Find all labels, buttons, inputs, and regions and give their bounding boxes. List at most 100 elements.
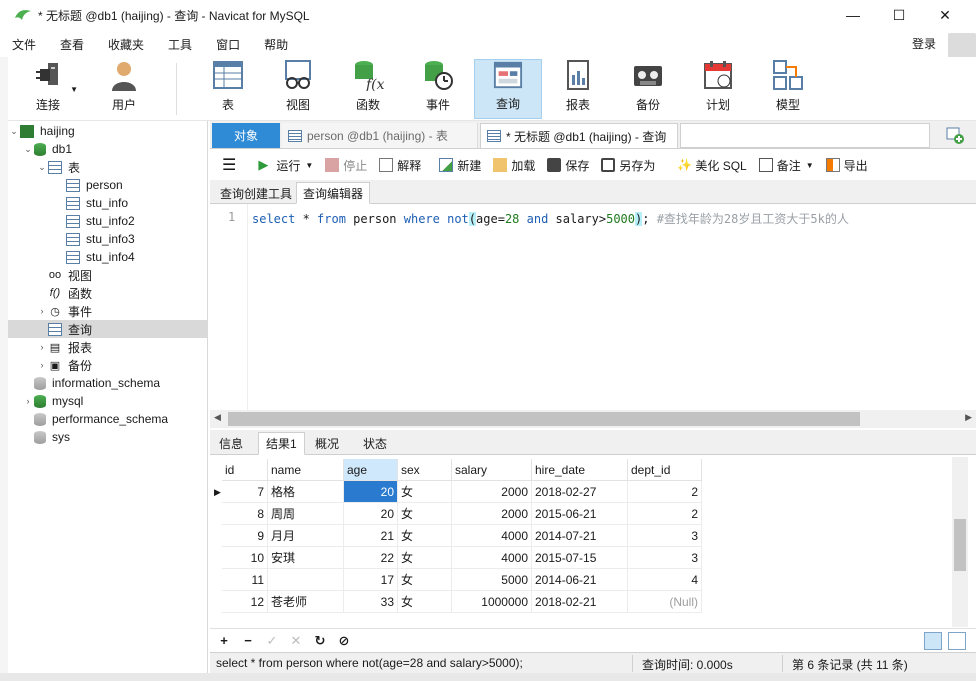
tree-db-performance-schema[interactable]: performance_schema — [22, 410, 168, 428]
tab-info[interactable]: 信息 — [212, 432, 250, 455]
tab-search-field[interactable] — [680, 123, 930, 148]
beautify-sql-button[interactable]: ✨ 美化 SQL — [677, 157, 746, 174]
tree-table-stu-info[interactable]: stu_info — [66, 194, 128, 212]
menu-window[interactable]: 窗口 — [204, 36, 252, 53]
table-cell[interactable]: 女 — [398, 481, 452, 503]
column-header[interactable]: salary — [452, 459, 532, 481]
tree-events[interactable]: › ◷ 事件 — [36, 302, 93, 320]
table-cell[interactable]: 苍老师 — [268, 591, 344, 613]
table-cell[interactable]: 4000 — [452, 525, 532, 547]
chevron-down-icon[interactable]: ▼ — [806, 161, 814, 170]
collapse-icon[interactable]: ⌄ — [22, 144, 34, 155]
table-cell[interactable]: 2018-02-27 — [532, 481, 628, 503]
table-cell[interactable]: 4000 — [452, 547, 532, 569]
table-cell[interactable]: 5000 — [452, 569, 532, 591]
tree-db-mysql[interactable]: › mysql — [22, 392, 84, 410]
table-cell[interactable]: 2014-07-21 — [532, 525, 628, 547]
apply-changes-button[interactable]: ✓ — [260, 633, 284, 649]
login-link[interactable]: 登录 — [912, 35, 936, 52]
editor-horizontal-scrollbar[interactable]: ◀ ▶ — [210, 410, 976, 428]
table-cell[interactable]: 20 — [344, 503, 398, 525]
table-cell[interactable]: 22 — [344, 547, 398, 569]
stop-button[interactable]: 停止 — [325, 157, 367, 174]
save-as-button[interactable]: 另存为 — [601, 157, 655, 174]
table-cell[interactable]: 2 — [628, 503, 702, 525]
menu-help[interactable]: 帮助 — [252, 36, 300, 53]
column-header[interactable]: id — [222, 459, 268, 481]
add-tab-icon[interactable] — [946, 126, 964, 144]
table-cell[interactable]: 7 — [222, 481, 268, 503]
table-cell[interactable]: 女 — [398, 591, 452, 613]
tree-table-stu-info3[interactable]: stu_info3 — [66, 230, 135, 248]
menu-favorites[interactable]: 收藏夹 — [96, 36, 156, 53]
add-record-button[interactable]: + — [212, 633, 236, 648]
table-cell[interactable]: 4 — [628, 569, 702, 591]
minimize-button[interactable]: — — [830, 0, 876, 30]
form-view-icon[interactable] — [948, 632, 966, 650]
chevron-down-icon[interactable]: ▼ — [305, 161, 313, 170]
backup-button[interactable]: 备份 — [614, 59, 682, 119]
tab-profile[interactable]: 概况 — [308, 432, 346, 455]
tree-table-stu-info2[interactable]: stu_info2 — [66, 212, 135, 230]
tree-table-person[interactable]: person — [66, 176, 123, 194]
sql-code-line[interactable]: select * from person where not(age=28 an… — [252, 210, 849, 227]
table-cell[interactable] — [268, 569, 344, 591]
table-cell[interactable]: 9 — [222, 525, 268, 547]
column-header[interactable]: dept_id — [628, 459, 702, 481]
expand-icon[interactable]: › — [36, 306, 48, 316]
table-cell-null[interactable]: (Null) — [628, 591, 702, 613]
tab-query-builder[interactable]: 查询创建工具 — [214, 182, 298, 204]
collapse-icon[interactable]: ⌄ — [8, 126, 20, 137]
column-header[interactable]: age — [344, 459, 398, 481]
discard-changes-button[interactable]: ✕ — [284, 633, 308, 649]
export-button[interactable]: 导出 — [825, 157, 868, 174]
maximize-button[interactable]: ☐ — [876, 0, 922, 30]
tab-status[interactable]: 状态 — [356, 432, 394, 455]
tab-result1[interactable]: 结果1 — [258, 432, 305, 455]
menu-file[interactable]: 文件 — [0, 36, 48, 53]
refresh-button[interactable]: ↻ — [308, 633, 332, 649]
table-cell[interactable]: 格格 — [268, 481, 344, 503]
tree-reports[interactable]: › ▤ 报表 — [36, 338, 93, 356]
table-cell[interactable]: 2015-06-21 — [532, 503, 628, 525]
stop-refresh-button[interactable]: ⊘ — [332, 633, 356, 649]
view-button[interactable]: 视图 — [264, 59, 332, 119]
column-header[interactable]: name — [268, 459, 344, 481]
table-cell[interactable]: 17 — [344, 569, 398, 591]
table-cell[interactable]: 女 — [398, 547, 452, 569]
load-button[interactable]: 加载 — [493, 157, 535, 174]
event-button[interactable]: 事件 — [404, 59, 472, 119]
table-cell[interactable]: 女 — [398, 503, 452, 525]
column-header[interactable]: sex — [398, 459, 452, 481]
tab-objects[interactable]: 对象 — [212, 123, 280, 148]
table-cell[interactable]: 3 — [628, 525, 702, 547]
table-cell[interactable]: 8 — [222, 503, 268, 525]
user-button[interactable]: 用户 — [90, 59, 158, 119]
hamburger-menu-icon[interactable]: ☰ — [222, 155, 236, 175]
tab-person-table[interactable]: person @db1 (haijing) - 表 — [282, 123, 478, 148]
grid-vertical-scrollbar[interactable] — [952, 457, 968, 627]
table-cell[interactable]: 2000 — [452, 481, 532, 503]
table-cell-selected[interactable]: 20 — [344, 481, 398, 503]
column-header[interactable]: hire_date — [532, 459, 628, 481]
schedule-button[interactable]: 计划 — [684, 59, 752, 119]
scroll-right-icon[interactable]: ▶ — [965, 412, 972, 423]
table-cell[interactable]: 1000000 — [452, 591, 532, 613]
table-cell[interactable]: 3 — [628, 547, 702, 569]
tree-queries[interactable]: 查询 — [8, 320, 207, 338]
table-cell[interactable]: 女 — [398, 525, 452, 547]
menu-tools[interactable]: 工具 — [156, 36, 204, 53]
scrollbar-thumb[interactable] — [228, 412, 860, 426]
tree-functions[interactable]: f() 函数 — [36, 284, 92, 302]
chevron-down-icon[interactable]: ▼ — [70, 85, 78, 94]
table-cell[interactable]: 2 — [628, 481, 702, 503]
explain-button[interactable]: 解释 — [379, 157, 421, 174]
grid-view-icon[interactable] — [924, 632, 942, 650]
table-cell[interactable]: 安琪 — [268, 547, 344, 569]
table-cell[interactable]: 月月 — [268, 525, 344, 547]
tree-db-information-schema[interactable]: information_schema — [22, 374, 160, 392]
new-query-button[interactable]: 新建 — [439, 157, 481, 174]
delete-record-button[interactable]: − — [236, 633, 260, 648]
run-button[interactable]: ▶ 运行 ▼ — [258, 157, 313, 174]
collapse-icon[interactable]: ⌄ — [36, 162, 48, 173]
